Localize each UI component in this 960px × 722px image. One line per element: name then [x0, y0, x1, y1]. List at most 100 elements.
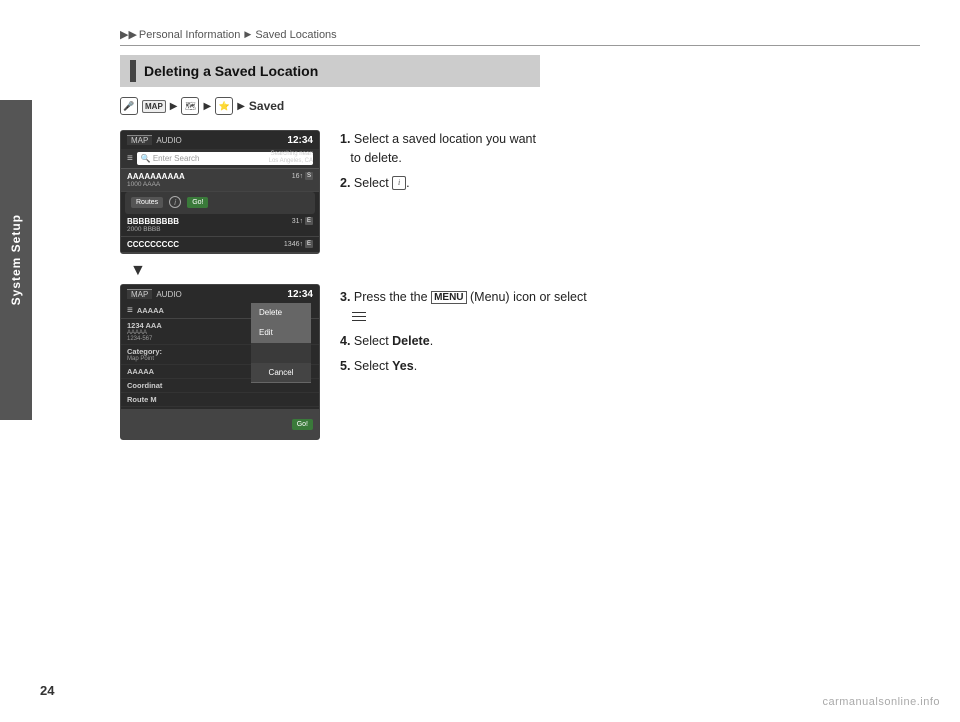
step-3: 3. Press the the MENU (Menu) icon or sel… — [340, 288, 920, 326]
screen1-audio-tab-label: AUDIO — [156, 136, 181, 145]
path-icon2: 🗺 — [181, 97, 199, 115]
screen2-time: 12:34 — [287, 289, 313, 300]
screen2-list-item-5[interactable]: Route M — [121, 393, 319, 407]
section-header: Deleting a Saved Location — [120, 55, 540, 87]
screen1-search-placeholder: Enter Search — [153, 154, 200, 163]
step-5: 5. Select Yes. — [340, 357, 920, 376]
step2-info-icon: i — [392, 176, 406, 190]
screen1-popup-row: Routes i Go! — [131, 196, 309, 208]
screen2-cancel-option[interactable]: Cancel — [251, 363, 311, 383]
steps-3-5: 3. Press the the MENU (Menu) icon or sel… — [340, 288, 920, 375]
step3-post: (Menu) icon or select — [470, 290, 587, 304]
step4-number: 4. — [340, 334, 350, 348]
step3-hamburger-icon — [352, 311, 366, 323]
screen1-routes-btn[interactable]: Routes — [131, 197, 163, 208]
screen1-map-tab[interactable]: MAP — [127, 135, 152, 145]
screen2-edit-option[interactable]: Edit — [251, 323, 311, 343]
watermark: carmanualsonline.info — [822, 696, 940, 708]
step5-pre: Select — [354, 359, 389, 373]
screen1-menu-icon[interactable]: ≡ — [127, 153, 133, 164]
step-spacer — [340, 208, 920, 288]
screen1-audio-tab[interactable]: AUDIO — [156, 136, 181, 145]
screen1-item2-sub: 2000 BBBB — [127, 226, 179, 233]
breadcrumb-part1: Personal Information — [139, 29, 241, 41]
screen2-topbar: MAP AUDIO 12:34 — [121, 285, 319, 303]
step-1: 1. Select a saved location you want to d… — [340, 130, 920, 168]
step5-bold: Yes — [392, 359, 414, 373]
breadcrumb-part2: Saved Locations — [255, 29, 336, 41]
screen1-item1-badge: S — [305, 172, 313, 180]
screen1-go-btn[interactable]: Go! — [187, 197, 208, 208]
screen1-item1-sub: 1000 AAAA — [127, 181, 185, 188]
breadcrumb-arrow1: ▶ — [244, 29, 251, 40]
screen2-overlay-menu: Delete Edit Cancel — [251, 303, 311, 383]
screen2-map-tab-label: MAP — [131, 290, 148, 299]
screen1-search-icon: 🔍 — [141, 154, 151, 163]
screen1-item-1[interactable]: AAAAAAAAAA 1000 AAAA 16↑ S — [121, 169, 319, 192]
path-play3: ▶ — [237, 101, 245, 112]
screen1-item3-name: CCCCCCCCC — [127, 240, 179, 249]
screen1-item2-badge: E — [305, 217, 313, 225]
screen1-searchbar: ≡ 🔍 Enter Search Searching near: Los Ang… — [121, 149, 319, 169]
step1-number: 1. — [340, 132, 350, 146]
path-play2: ▶ — [203, 101, 211, 112]
screen1-searching-near: Searching near: — [269, 151, 313, 158]
screen1-map-tab-label: MAP — [131, 136, 148, 145]
screen1-item2-dist: 31↑ E — [292, 217, 313, 225]
down-arrow: ▼ — [130, 262, 320, 280]
screen2-audio-tab-label: AUDIO — [156, 290, 181, 299]
screen1-item1-dist: 16↑ S — [292, 172, 313, 180]
path-map-icon: MAP — [142, 100, 166, 113]
path-mic-icon: 🎤 — [120, 97, 138, 115]
step-2: 2. Select i. — [340, 174, 920, 193]
screen1-item-3[interactable]: CCCCCCCCC 1346↑ E — [121, 237, 319, 253]
screen1-location: Los Angeles, CA — [269, 158, 313, 165]
screen1-item1-name: AAAAAAAAAA — [127, 172, 185, 181]
breadcrumb-arrows: ▶▶ — [120, 28, 137, 41]
screen1-list: AAAAAAAAAA 1000 AAAA 16↑ S Routes i — [121, 169, 319, 253]
path-saved: Saved — [249, 99, 284, 113]
screen1-info-icon[interactable]: i — [169, 196, 181, 208]
step-4: 4. Select Delete. — [340, 332, 920, 351]
step1b-text: to delete. — [350, 151, 401, 165]
screen2-menu-icon[interactable]: ≡ — [127, 305, 133, 316]
screen2-delete-option[interactable]: Delete — [251, 303, 311, 323]
screen2-audio-tab[interactable]: AUDIO — [156, 290, 181, 299]
page-number: 24 — [40, 683, 54, 698]
step3-number: 3. — [340, 290, 350, 304]
screen2-map-tab[interactable]: MAP — [127, 289, 152, 299]
screen1-item3-dist: 1346↑ E — [284, 240, 313, 248]
step4-bold: Delete — [392, 334, 430, 348]
screen1: MAP AUDIO 12:34 ≡ 🔍 Enter Search Searchi… — [120, 130, 320, 254]
sidebar-label: System Setup — [0, 100, 32, 420]
screen1-location-info: Searching near: Los Angeles, CA — [269, 151, 313, 165]
screen1-info-popup: Routes i Go! — [125, 192, 315, 214]
step3-pre: Press the — [354, 290, 407, 304]
screen1-item-2[interactable]: BBBBBBBBB 2000 BBBB 31↑ E — [121, 214, 319, 237]
screen2-first-item-name: AAAAA — [137, 306, 164, 315]
step2-number: 2. — [340, 176, 350, 190]
section-title: Deleting a Saved Location — [144, 63, 318, 79]
step1-text: Select a saved location you want — [354, 132, 536, 146]
sidebar-text: System Setup — [9, 214, 23, 305]
screen1-time: 12:34 — [287, 135, 313, 146]
main-content: Deleting a Saved Location 🎤 MAP ▶ 🗺 ▶ ⭐ … — [120, 55, 920, 682]
step5-number: 5. — [340, 359, 350, 373]
steps-1-2: 1. Select a saved location you want to d… — [340, 130, 920, 192]
step3-menu-icon: MENU — [431, 291, 466, 304]
screen2-go-btn[interactable]: Go! — [292, 419, 313, 430]
instructions-column: 1. Select a saved location you want to d… — [340, 130, 920, 391]
path-icon3: ⭐ — [215, 97, 233, 115]
screen1-item3-badge: E — [305, 240, 313, 248]
step2-pre: Select — [354, 176, 389, 190]
section-header-bar — [130, 60, 136, 82]
path-play1: ▶ — [170, 101, 178, 112]
screen1-item2-name: BBBBBBBBB — [127, 217, 179, 226]
screen1-topbar: MAP AUDIO 12:34 — [121, 131, 319, 149]
breadcrumb: ▶▶ Personal Information ▶ Saved Location… — [120, 28, 920, 46]
screenshots-column: MAP AUDIO 12:34 ≡ 🔍 Enter Search Searchi… — [120, 130, 320, 448]
screen2-list-content: ≡ AAAAA 1234 AAA AAAAA 1234-567 Category… — [121, 303, 319, 439]
path-row: 🎤 MAP ▶ 🗺 ▶ ⭐ ▶ Saved — [120, 97, 920, 115]
step4-pre: Select — [354, 334, 389, 348]
screen2: MAP AUDIO 12:34 ≡ AAAAA 1234 AAA A — [120, 284, 320, 440]
